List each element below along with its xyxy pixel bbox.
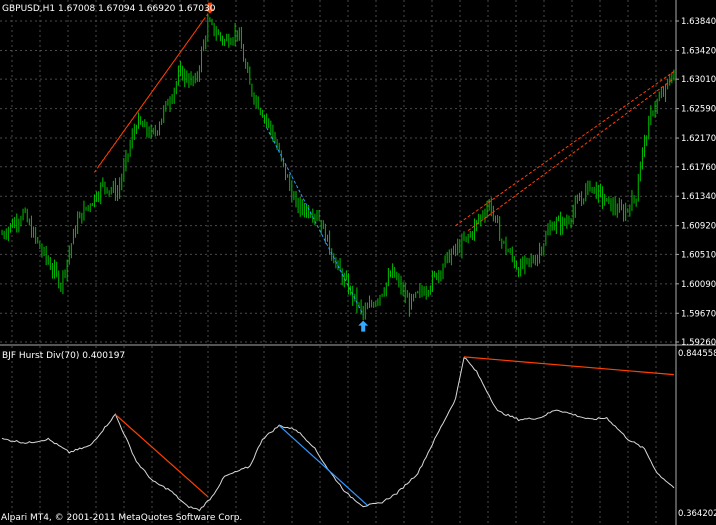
price-axis-label: 1.60920 <box>681 222 716 232</box>
price-axis-label: 1.62170 <box>681 134 716 144</box>
price-axis-label: 1.63010 <box>681 75 716 85</box>
bearish_divergence-price-line <box>94 19 205 173</box>
price-axis: 1.63840 1.63420 1.63010 1.62590 1.62170 1.617… <box>676 17 716 348</box>
bearish_divergence-indicator-line <box>463 356 675 376</box>
buy-arrow-icon <box>358 320 369 332</box>
price-axis-label: 1.61760 <box>681 163 716 173</box>
price-axis-label: 1.61340 <box>681 192 716 202</box>
bullish_divergence-indicator-line <box>278 425 368 506</box>
price-axis-label: 1.63840 <box>681 17 716 27</box>
copyright-footer: Alpari MT4, © 2001-2011 MetaQuotes Softw… <box>1 513 242 523</box>
main-chart-header: GBPUSD,H1 1.67008 1.67094 1.66920 1.6703… <box>2 4 216 14</box>
price-axis-label: 1.59260 <box>681 338 716 348</box>
price-axis-label: 1.59670 <box>681 309 716 319</box>
price-divergence-lines <box>94 13 675 315</box>
indicator-grid <box>11 346 657 525</box>
hurst-indicator-line <box>1 357 675 512</box>
indicator-divergence-lines <box>115 356 675 506</box>
indicator-header: BJF Hurst Div(70) 0.400197 <box>2 351 125 361</box>
price-candles <box>1 13 675 321</box>
price-axis-label: 1.62590 <box>681 105 716 115</box>
bearish_divergence-indicator-line <box>115 414 209 498</box>
bearish_divergence-price-line <box>467 78 675 231</box>
price-axis-label: 1.60090 <box>681 280 716 290</box>
indicator-scale-low: 0.364202 <box>678 509 716 519</box>
bearish_divergence-price-line <box>455 71 675 227</box>
price-grid <box>0 0 676 345</box>
indicator-scale-high: 0.844558 <box>678 349 716 359</box>
chart-window[interactable]: 1.63840 1.63420 1.63010 1.62590 1.62170 1.617… <box>0 0 716 525</box>
price-axis-label: 1.63420 <box>681 46 716 56</box>
indicator-line <box>1 357 675 512</box>
price-axis-label: 1.60510 <box>681 250 716 260</box>
